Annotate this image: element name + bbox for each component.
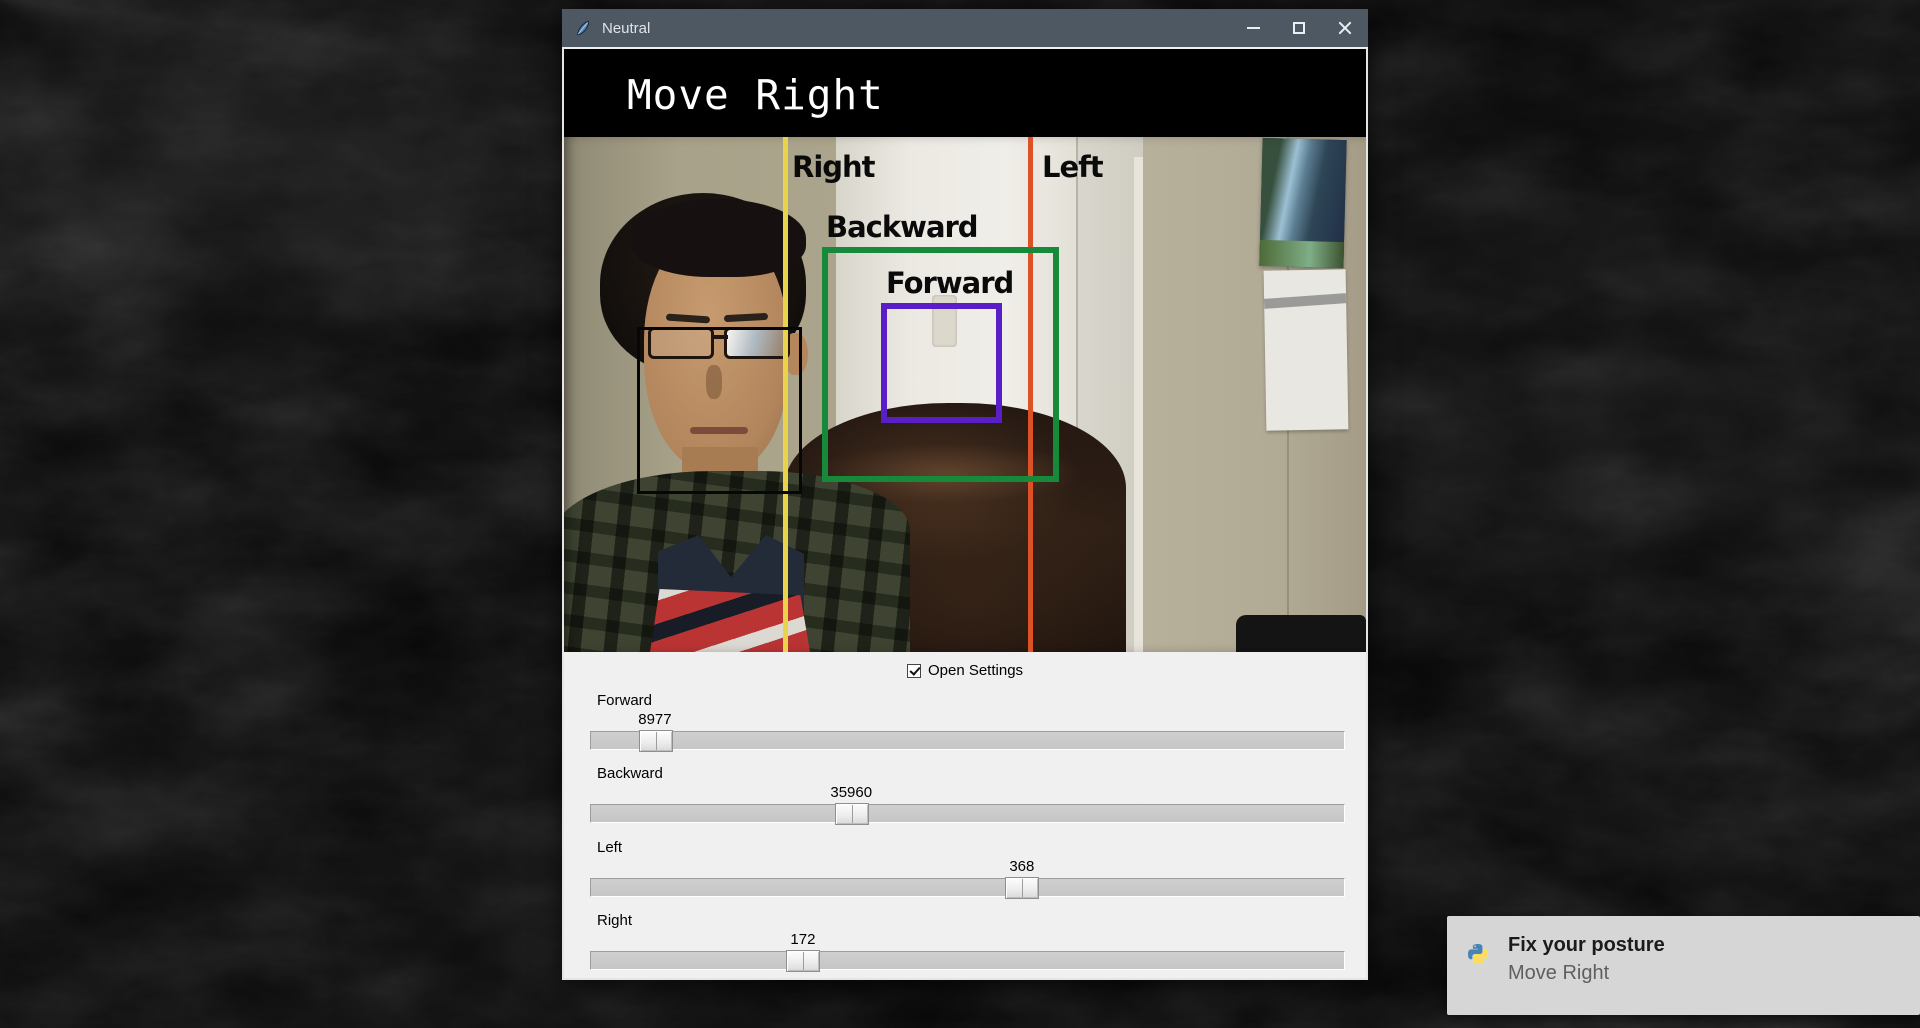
slider-group-left: Left 368 xyxy=(590,839,1345,901)
slider-trough[interactable] xyxy=(590,803,1345,825)
toast-notification[interactable]: Fix your posture Move Right xyxy=(1447,916,1920,1015)
slider-group-backward: Backward 35960 xyxy=(590,765,1345,827)
camera-feed: Right Left Backward Forward xyxy=(564,137,1366,652)
slider-handle[interactable] xyxy=(834,803,869,825)
slider-label: Forward xyxy=(597,692,653,709)
minimize-button[interactable] xyxy=(1230,9,1276,47)
right-line-label: Right xyxy=(792,150,876,184)
open-settings-checkbox[interactable] xyxy=(906,663,921,678)
slider-label: Left xyxy=(597,839,623,856)
slider-handle[interactable] xyxy=(786,950,821,972)
slider-label: Backward xyxy=(597,765,663,782)
open-settings-row: Open Settings xyxy=(564,662,1366,679)
slider-value: 8977 xyxy=(638,711,672,728)
slider-value: 172 xyxy=(790,931,816,948)
slider-group-forward: Forward 8977 xyxy=(590,692,1345,754)
slider-trough[interactable] xyxy=(590,877,1345,899)
window-title: Neutral xyxy=(602,19,651,37)
minimize-icon xyxy=(1246,27,1260,29)
slider-group-right: Right 172 xyxy=(590,912,1345,974)
slider-value: 368 xyxy=(1009,858,1035,875)
window-body: Move Right Right Left Backward Forward O… xyxy=(562,47,1368,980)
slider-handle[interactable] xyxy=(1004,877,1039,899)
python-icon xyxy=(1468,944,1488,964)
forward-threshold-box xyxy=(881,303,1002,423)
slider-trough[interactable] xyxy=(590,730,1345,752)
slider-label: Right xyxy=(597,912,633,929)
tk-feather-icon xyxy=(577,20,589,35)
backward-box-label: Backward xyxy=(826,210,979,244)
maximize-button[interactable] xyxy=(1276,9,1322,47)
close-button[interactable] xyxy=(1322,9,1368,47)
maximize-icon xyxy=(1293,22,1305,34)
app-window: Neutral Move Right Right Left Backward F… xyxy=(562,9,1368,980)
status-banner: Move Right xyxy=(564,49,1366,137)
forward-box-label: Forward xyxy=(886,266,1014,300)
slider-trough[interactable] xyxy=(590,950,1345,972)
window-titlebar[interactable]: Neutral xyxy=(562,9,1368,47)
slider-value: 35960 xyxy=(830,784,873,801)
notification-title: Fix your posture xyxy=(1508,934,1665,956)
posture-status-text: Move Right xyxy=(627,71,884,119)
notification-body: Move Right xyxy=(1508,962,1610,984)
slider-handle[interactable] xyxy=(638,730,673,752)
face-detection-box xyxy=(637,327,802,494)
open-settings-label: Open Settings xyxy=(927,662,1024,679)
settings-panel: Open Settings Forward 8977 Backward 3596… xyxy=(564,652,1366,978)
close-icon xyxy=(1338,21,1352,35)
left-line-label: Left xyxy=(1042,150,1104,184)
